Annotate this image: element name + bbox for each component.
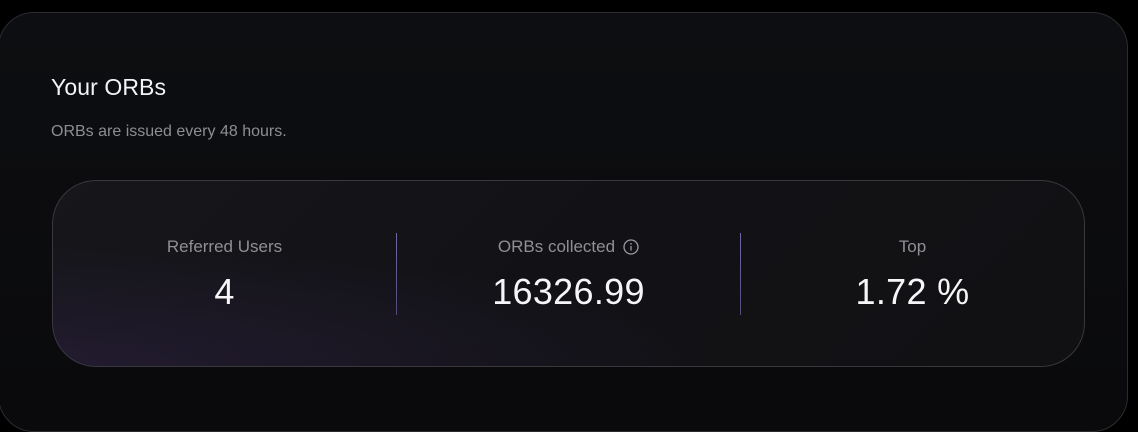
info-icon[interactable]: [623, 239, 639, 255]
page-title: Your ORBs: [51, 74, 167, 100]
stat-label: ORBs collected: [497, 237, 616, 256]
stat-orbs-collected: ORBs collected 16326.99: [397, 181, 740, 366]
stat-value: 4: [214, 271, 235, 312]
stat-referred-users: Referred Users 4: [53, 181, 396, 366]
stat-label: Referred Users: [166, 237, 283, 256]
stat-value: 1.72 %: [855, 271, 970, 312]
stat-label-row: ORBs collected: [498, 235, 639, 259]
stat-top: Top 1.72 %: [741, 181, 1084, 366]
stat-value: 16326.99: [492, 271, 645, 312]
page-subtitle: ORBs are issued every 48 hours.: [51, 123, 287, 140]
stat-label: Top: [898, 237, 927, 256]
stats-card: Referred Users 4 ORBs collected 16326.99…: [52, 180, 1085, 367]
